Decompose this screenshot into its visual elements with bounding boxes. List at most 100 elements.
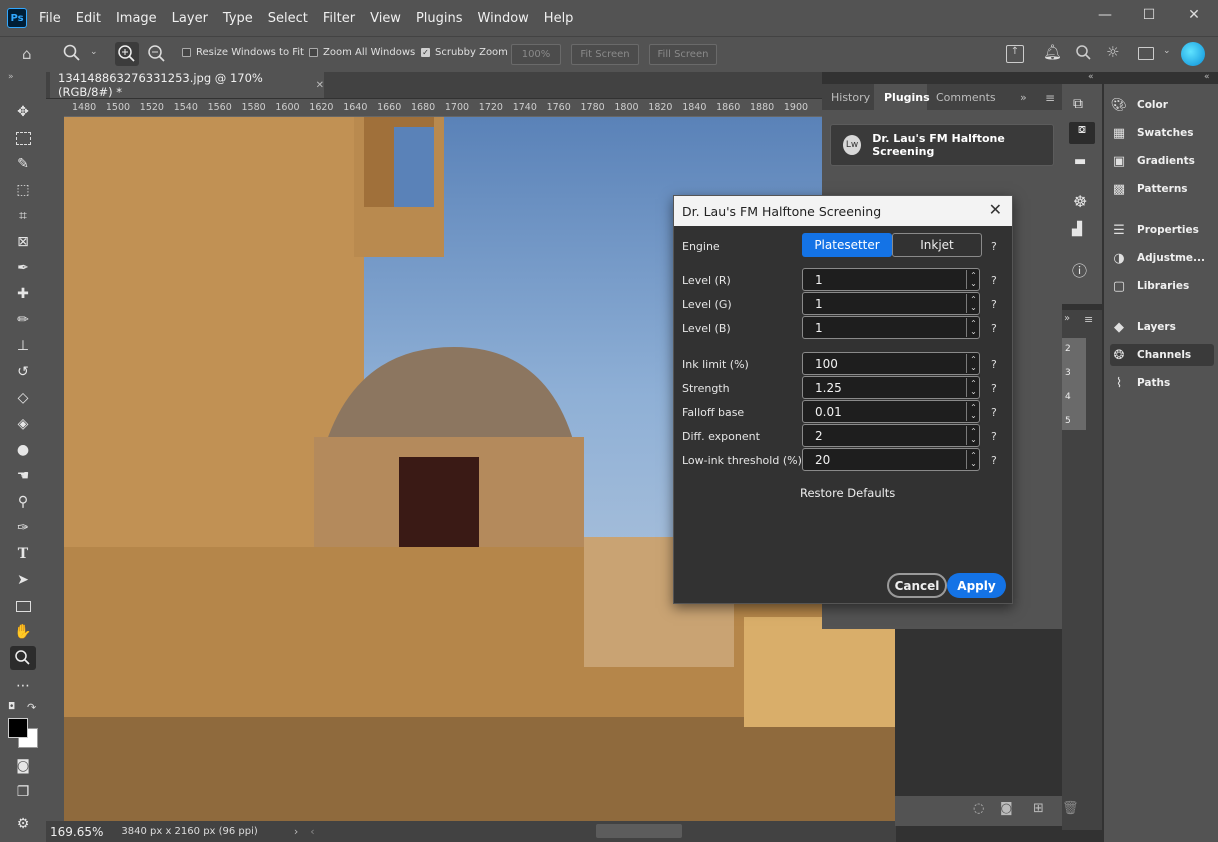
avatar[interactable] [1181, 42, 1205, 66]
menu-type[interactable]: Type [223, 11, 253, 26]
rectangle-tool-icon[interactable] [13, 596, 33, 616]
healing-brush-tool-icon[interactable]: ✚ [13, 284, 33, 304]
stepper-icon[interactable]: ⌃ ⌄ [966, 318, 980, 337]
layer-label[interactable]: 5 [1065, 416, 1071, 426]
bell-icon[interactable]: 🔔︎ [1043, 43, 1062, 61]
screen-mode-icon[interactable]: ❐ [13, 782, 33, 802]
dock-item-gradients[interactable]: ▣ Gradients [1110, 150, 1210, 172]
zoom-level[interactable]: 169.65% [50, 825, 103, 839]
menu-image[interactable]: Image [116, 11, 157, 26]
lightbulb-icon[interactable]: ☼ [1106, 43, 1119, 61]
menu-file[interactable]: File [39, 11, 61, 26]
dodge-tool-icon[interactable]: ⚲ [13, 492, 33, 512]
low-ink-threshold-input[interactable]: 20 ⌃ ⌄ [802, 448, 980, 471]
object-select-tool-icon[interactable]: ⬚ [13, 180, 33, 200]
plugin-entry[interactable]: Lw Dr. Lau's FM Halftone Screening [830, 124, 1054, 166]
level-r-input[interactable]: 1 ⌃ ⌄ [802, 268, 980, 291]
help-icon[interactable]: ? [991, 322, 997, 335]
histogram-panel-icon[interactable]: ▟ [1072, 222, 1082, 237]
type-tool-icon[interactable]: T [13, 544, 33, 564]
menu-select[interactable]: Select [268, 11, 308, 26]
tab-plugins[interactable]: Plugins [884, 91, 930, 104]
plugins-panel-icon[interactable]: ⧇ [1069, 122, 1095, 144]
foreground-color-swatch[interactable] [8, 718, 28, 738]
dock-item-properties[interactable]: ☰ Properties [1110, 219, 1210, 241]
layer-label[interactable]: 4 [1065, 392, 1071, 402]
level-g-input[interactable]: 1 ⌃ ⌄ [802, 292, 980, 315]
path-select-tool-icon[interactable]: ➤ [13, 570, 33, 590]
dock-item-swatches[interactable]: ▦ Swatches [1110, 122, 1210, 144]
close-window-button[interactable]: ✕ [1171, 0, 1217, 30]
collapse-toolbox-icon[interactable]: » [8, 72, 14, 82]
zoom-tool-icon[interactable] [62, 43, 82, 63]
collapse-icon[interactable]: « [1088, 72, 1094, 82]
stepper-icon[interactable]: ⌃ ⌄ [966, 402, 980, 421]
save-selection-icon[interactable]: ◙ [1000, 801, 1013, 816]
help-icon[interactable]: ? [991, 406, 997, 419]
panel-overflow-icon[interactable]: » [1020, 91, 1027, 104]
apply-button[interactable]: Apply [947, 573, 1006, 598]
chevron-down-icon[interactable]: ⌄ [90, 47, 98, 57]
marquee-tool-icon[interactable] [13, 128, 33, 148]
dock-item-adjustments[interactable]: ◑ Adjustme... [1110, 247, 1210, 269]
dock-item-paths[interactable]: ⌇ Paths [1110, 372, 1210, 394]
restore-defaults-button[interactable]: Restore Defaults [800, 486, 895, 500]
menu-layer[interactable]: Layer [172, 11, 208, 26]
swap-colors-icon[interactable]: ↷ [27, 701, 36, 714]
chevron-right-icon[interactable]: › [294, 825, 298, 838]
new-channel-icon[interactable]: ⊞ [1033, 801, 1044, 816]
panel-menu-icon[interactable]: ≡ [1084, 313, 1093, 326]
maximize-button[interactable]: ☐ [1126, 0, 1172, 30]
crop-tool-icon[interactable]: ⌗ [13, 206, 33, 226]
stepper-icon[interactable]: ⌃ ⌄ [966, 426, 980, 445]
help-icon[interactable]: ? [991, 430, 997, 443]
help-icon[interactable]: ? [991, 298, 997, 311]
menu-edit[interactable]: Edit [76, 11, 101, 26]
quick-select-tool-icon[interactable]: ✎ [13, 154, 33, 174]
help-icon[interactable]: ? [991, 274, 997, 287]
default-colors-icon[interactable]: ◘ [8, 702, 15, 712]
share-icon[interactable]: ↑ [1006, 45, 1024, 63]
close-tab-icon[interactable]: ✕ [316, 80, 324, 91]
stepper-icon[interactable]: ⌃ ⌄ [966, 378, 980, 397]
fill-screen-button[interactable]: Fill Screen [649, 44, 717, 65]
info-panel-icon[interactable]: ⓘ [1072, 260, 1087, 281]
new-channel-selection-icon[interactable]: ◌ [973, 801, 984, 816]
search-icon[interactable] [1074, 43, 1094, 63]
move-tool-icon[interactable]: ✥ [13, 102, 33, 122]
level-b-input[interactable]: 1 ⌃ ⌄ [802, 316, 980, 339]
cancel-button[interactable]: Cancel [887, 573, 947, 598]
engine-inkjet-button[interactable]: Inkjet [892, 233, 982, 257]
frame-tool-icon[interactable]: ⊠ [13, 232, 33, 252]
comments-panel-icon[interactable]: ▬ [1074, 154, 1086, 169]
menu-plugins[interactable]: Plugins [416, 11, 463, 26]
home-icon[interactable]: ⌂ [22, 45, 42, 63]
help-icon[interactable]: ? [991, 358, 997, 371]
layer-label[interactable]: 2 [1065, 344, 1071, 354]
document-tab[interactable]: 134148863276331253.jpg @ 170% (RGB/8#) *… [50, 71, 324, 99]
help-icon[interactable]: ? [991, 382, 997, 395]
zoom-percent-field[interactable]: 100% [511, 44, 561, 65]
menu-window[interactable]: Window [478, 11, 529, 26]
scrubby-zoom-checkbox[interactable]: ✓ Scrubby Zoom [421, 47, 508, 58]
blur-tool-icon[interactable]: ● [13, 440, 33, 460]
eyedropper-tool-icon[interactable]: ✒ [13, 258, 33, 278]
brush-tool-icon[interactable]: ✏ [13, 310, 33, 330]
eraser-tool-icon[interactable]: ◇ [13, 388, 33, 408]
overflow-icon[interactable]: » [1064, 313, 1070, 324]
resize-windows-checkbox[interactable]: Resize Windows to Fit [182, 47, 304, 58]
chevron-down-icon[interactable]: ⌄ [1163, 46, 1171, 56]
horizontal-scrollbar[interactable] [596, 824, 682, 838]
minimize-button[interactable]: — [1082, 0, 1128, 30]
navigator-panel-icon[interactable]: ☸ [1073, 192, 1087, 211]
menu-filter[interactable]: Filter [323, 11, 355, 26]
close-icon[interactable]: ✕ [989, 200, 1002, 219]
strength-input[interactable]: 1.25 ⌃ ⌄ [802, 376, 980, 399]
trash-icon[interactable]: 🗑︎ [1062, 801, 1079, 816]
engine-platesetter-button[interactable]: Platesetter [802, 233, 892, 257]
more-tools-icon[interactable]: ⋯ [13, 676, 33, 696]
history-panel-icon[interactable]: ⧉ [1073, 96, 1083, 112]
dock-item-channels[interactable]: ❂ Channels [1110, 344, 1214, 366]
stepper-icon[interactable]: ⌃ ⌄ [966, 354, 980, 373]
collapse-icon[interactable]: « [1204, 72, 1210, 82]
